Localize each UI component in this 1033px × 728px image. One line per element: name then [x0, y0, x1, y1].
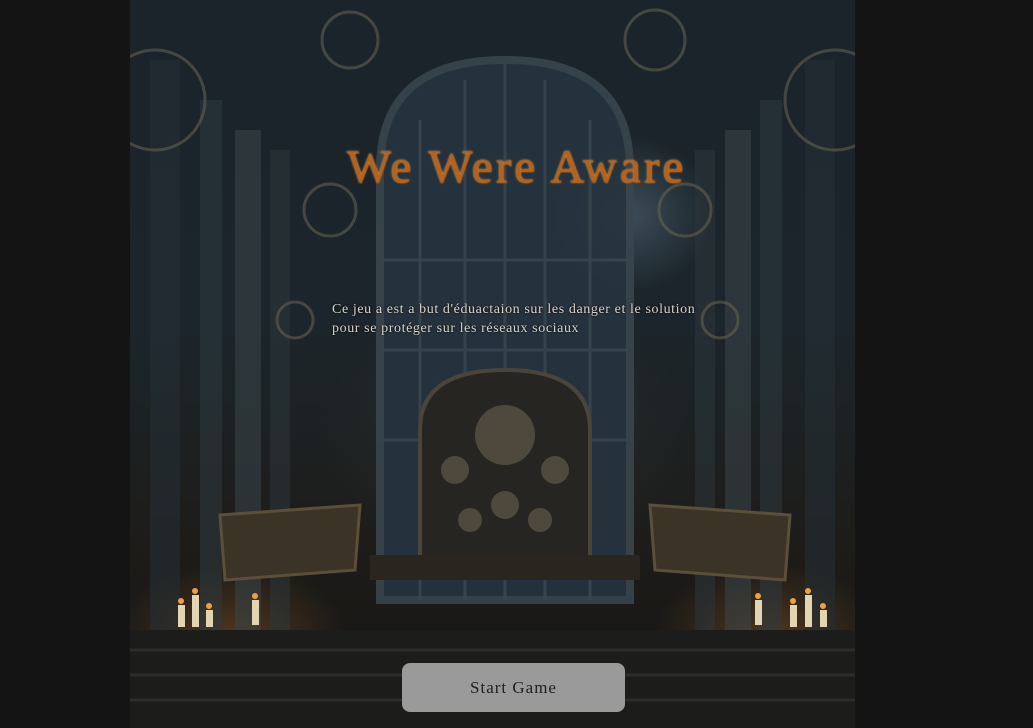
steampunk-room-art [130, 8, 855, 728]
game-description: Ce jeu a est a but d'éduactaion sur les … [332, 302, 696, 336]
start-game-button[interactable]: Start Game [402, 663, 625, 712]
background-illustration [130, 0, 855, 728]
game-title: We Were Aware [346, 141, 687, 193]
